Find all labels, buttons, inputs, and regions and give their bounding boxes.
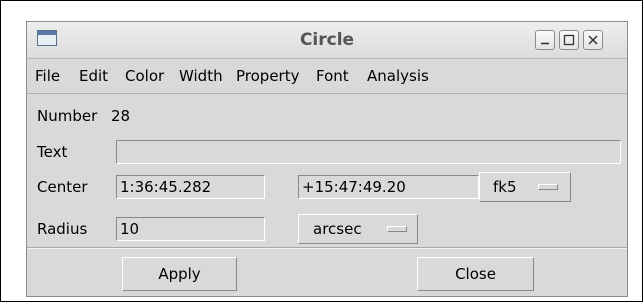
text-label: Text [37, 143, 68, 161]
close-icon [588, 35, 598, 45]
radius-unit-value: arcsec [313, 220, 362, 238]
menu-bar: File Edit Color Width Property Font Anal… [27, 59, 627, 94]
radius-label: Radius [37, 220, 88, 238]
option-indicator-icon [387, 226, 407, 232]
menu-color[interactable]: Color [125, 59, 164, 93]
menu-property[interactable]: Property [236, 59, 299, 93]
close-window-button[interactable] [583, 30, 603, 50]
radius-input[interactable] [116, 217, 265, 241]
button-separator [27, 247, 627, 249]
menu-edit[interactable]: Edit [79, 59, 108, 93]
menu-analysis[interactable]: Analysis [367, 59, 429, 93]
number-label: Number [37, 107, 98, 125]
circle-dialog: Circle File Edit Color Width Property Fo… [26, 21, 628, 297]
apply-button[interactable]: Apply [122, 257, 237, 291]
coord-system-select[interactable]: fk5 [479, 172, 571, 202]
minimize-icon [541, 42, 549, 45]
center-dec-input[interactable] [298, 175, 479, 199]
number-value: 28 [111, 107, 131, 125]
menu-file[interactable]: File [35, 59, 60, 93]
option-indicator-icon [538, 184, 558, 190]
center-label: Center [37, 178, 88, 196]
close-button[interactable]: Close [417, 257, 534, 291]
center-ra-input[interactable] [116, 175, 265, 199]
title-bar[interactable]: Circle [27, 22, 627, 59]
maximize-button[interactable] [559, 30, 579, 50]
minimize-button[interactable] [535, 30, 555, 50]
coord-system-value: fk5 [493, 178, 517, 196]
menu-width[interactable]: Width [179, 59, 223, 93]
radius-unit-select[interactable]: arcsec [298, 214, 418, 244]
text-input[interactable] [116, 140, 621, 164]
menu-font[interactable]: Font [316, 59, 349, 93]
maximize-icon [563, 34, 575, 46]
